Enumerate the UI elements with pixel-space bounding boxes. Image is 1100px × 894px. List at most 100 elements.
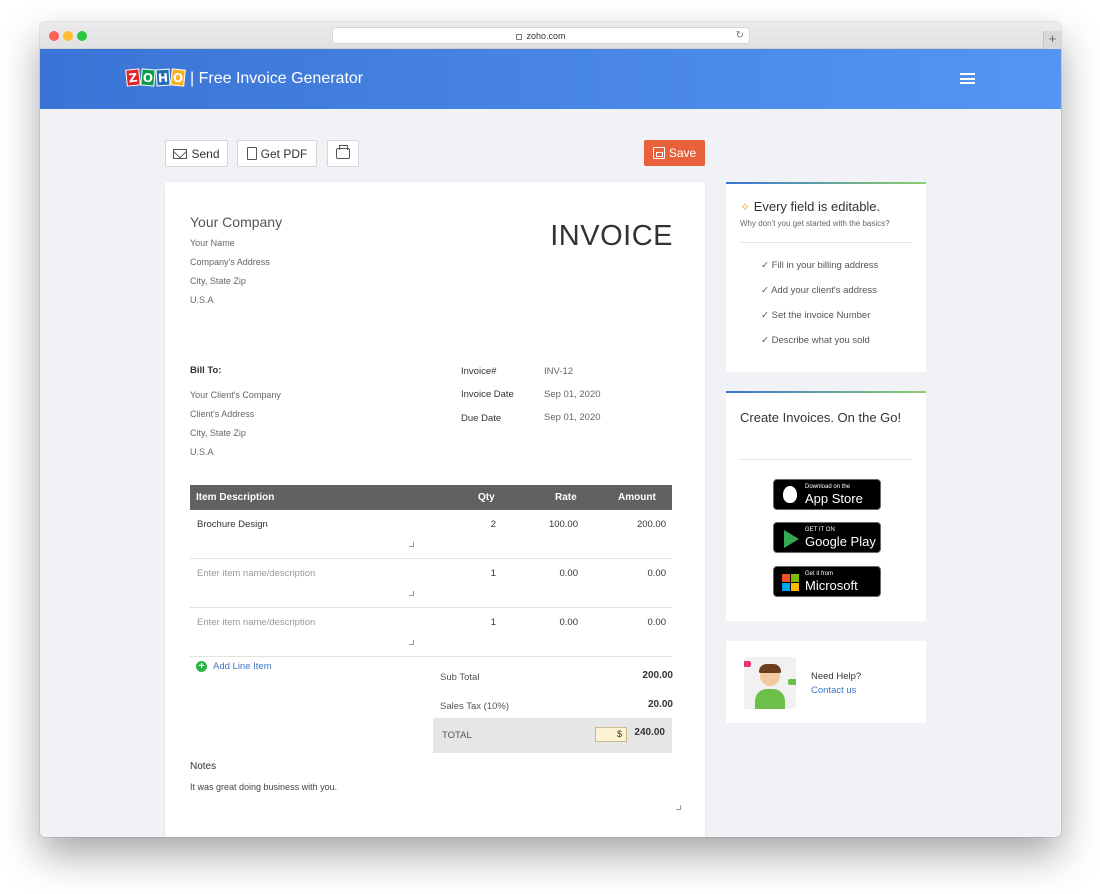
site-header: Z O H O | Free Invoice Generator <box>40 49 1061 109</box>
lightbulb-icon: ✧ <box>740 200 751 214</box>
logo-letter: O <box>140 68 156 87</box>
item-amount: 0.00 <box>647 617 667 628</box>
url-text: zoho.com <box>526 30 566 41</box>
help-card: Need Help? Contact us <box>726 641 926 723</box>
printer-icon <box>336 145 350 159</box>
column-amount: Amount <box>618 492 656 503</box>
minimize-window-button[interactable] <box>63 31 73 41</box>
item-amount: 0.00 <box>647 568 667 579</box>
client-city-field[interactable]: City, State Zip <box>190 428 246 438</box>
apps-title: Create Invoices. On the Go! <box>740 408 910 427</box>
add-line-item-button[interactable]: + Add Line Item <box>196 661 272 672</box>
item-qty-field[interactable]: 2 <box>491 519 496 530</box>
company-address-field[interactable]: Company's Address <box>190 257 270 267</box>
microsoft-small-text: Get it from <box>805 571 834 577</box>
print-button[interactable] <box>327 140 359 167</box>
tip-item: ✓ Fill in your billing address <box>761 260 879 271</box>
logo-letter: O <box>170 68 186 87</box>
google-play-small-text: GET IT ON <box>805 527 835 533</box>
tip-item: ✓ Set the invoice Number <box>761 310 871 321</box>
get-pdf-label: Get PDF <box>260 146 308 161</box>
tip-item-text: Describe what you sold <box>771 335 870 346</box>
address-bar[interactable]: zoho.com ↻ <box>332 27 750 44</box>
save-label: Save <box>668 146 697 160</box>
invoice-date-field[interactable]: Sep 01, 2020 <box>544 389 601 400</box>
item-rate-field[interactable]: 100.00 <box>549 519 578 530</box>
tip-item: ✓ Describe what you sold <box>761 335 870 346</box>
google-play-button[interactable]: GET IT ON Google Play <box>773 522 881 553</box>
tip-item-text: Set the invoice Number <box>771 310 871 321</box>
google-play-icon <box>784 530 799 548</box>
send-button[interactable]: Send <box>165 140 228 167</box>
table-row: Enter item name/description 1 0.00 0.00 <box>190 608 672 657</box>
invoice-date-label: Invoice Date <box>461 389 514 400</box>
microsoft-icon <box>782 574 799 591</box>
floppy-disk-icon <box>652 147 665 159</box>
zoho-logo[interactable]: Z O H O <box>125 68 186 87</box>
tips-subtitle: Why don't you get started with the basic… <box>740 219 890 228</box>
new-tab-button[interactable]: + <box>1043 31 1061 49</box>
microsoft-store-button[interactable]: Get it from Microsoft <box>773 566 881 597</box>
logo-letter: Z <box>125 68 141 87</box>
client-company-field[interactable]: Your Client's Company <box>190 390 281 400</box>
company-city-field[interactable]: City, State Zip <box>190 276 246 286</box>
invoice-number-field[interactable]: INV-12 <box>544 366 573 377</box>
reload-icon[interactable]: ↻ <box>736 30 744 41</box>
card-accent-bar <box>726 391 926 393</box>
invoice-paper: Your Company Your Name Company's Address… <box>165 182 705 837</box>
tips-title-emph: editable. <box>831 199 881 214</box>
sales-tax-label[interactable]: Sales Tax (10%) <box>440 701 509 712</box>
app-store-small-text: Download on the <box>805 484 851 490</box>
maximize-window-button[interactable] <box>77 31 87 41</box>
invoice-number-label: Invoice# <box>461 366 497 377</box>
resize-handle-icon[interactable] <box>409 640 414 645</box>
company-name-field[interactable]: Your Company <box>190 214 282 230</box>
column-rate: Rate <box>555 492 577 503</box>
get-pdf-button[interactable]: Get PDF <box>237 140 317 167</box>
resize-handle-icon[interactable] <box>676 805 681 810</box>
resize-handle-icon[interactable] <box>409 542 414 547</box>
menu-icon[interactable] <box>960 73 975 84</box>
support-agent-icon <box>744 657 796 709</box>
item-description-field[interactable]: Enter item name/description <box>197 617 315 628</box>
item-description-field[interactable]: Enter item name/description <box>197 568 315 579</box>
microsoft-big-text: Microsoft <box>805 578 858 593</box>
client-country-field[interactable]: U.S.A <box>190 447 214 457</box>
due-date-label: Due Date <box>461 413 502 424</box>
due-date-field[interactable]: Sep 01, 2020 <box>544 412 601 423</box>
need-help-text: Need Help? <box>811 671 862 682</box>
browser-window: zoho.com ↻ + Z O H O | Free Invoice Gene… <box>40 22 1061 837</box>
company-country-field[interactable]: U.S.A <box>190 295 214 305</box>
table-row: Enter item name/description 1 0.00 0.00 <box>190 559 672 608</box>
your-name-field[interactable]: Your Name <box>190 238 235 248</box>
column-description: Item Description <box>196 492 275 503</box>
invoice-title[interactable]: INVOICE <box>550 220 673 253</box>
apps-card: Create Invoices. On the Go! Download on … <box>726 391 926 621</box>
item-rate-field[interactable]: 0.00 <box>560 568 579 579</box>
items-table-header: Item Description Qty Rate Amount <box>190 485 672 510</box>
lock-icon <box>516 33 523 40</box>
client-address-field[interactable]: Client's Address <box>190 409 254 419</box>
sub-total-label: Sub Total <box>440 672 480 683</box>
currency-field[interactable]: $ <box>595 727 627 742</box>
resize-handle-icon[interactable] <box>409 591 414 596</box>
divider <box>740 459 912 460</box>
close-window-button[interactable] <box>49 31 59 41</box>
contact-us-link[interactable]: Contact us <box>811 685 856 696</box>
notes-field[interactable]: It was great doing business with you. <box>190 782 337 792</box>
item-qty-field[interactable]: 1 <box>491 568 496 579</box>
bill-to-label: Bill To: <box>190 365 222 376</box>
sales-tax-value: 20.00 <box>647 699 673 710</box>
tip-item: ✓ Add your client's address <box>761 285 877 296</box>
total-value: 240.00 <box>634 727 665 738</box>
tips-title: ✧ Every field is editable. <box>740 199 880 214</box>
item-rate-field[interactable]: 0.00 <box>560 617 579 628</box>
google-play-big-text: Google Play <box>805 534 876 549</box>
save-button[interactable]: Save <box>644 140 705 166</box>
table-row: Brochure Design 2 100.00 200.00 <box>190 510 672 559</box>
app-store-button[interactable]: Download on the App Store <box>773 479 881 510</box>
item-description-field[interactable]: Brochure Design <box>197 519 268 530</box>
document-icon <box>246 147 257 160</box>
item-qty-field[interactable]: 1 <box>491 617 496 628</box>
tips-title-text: Every field is <box>753 199 831 214</box>
